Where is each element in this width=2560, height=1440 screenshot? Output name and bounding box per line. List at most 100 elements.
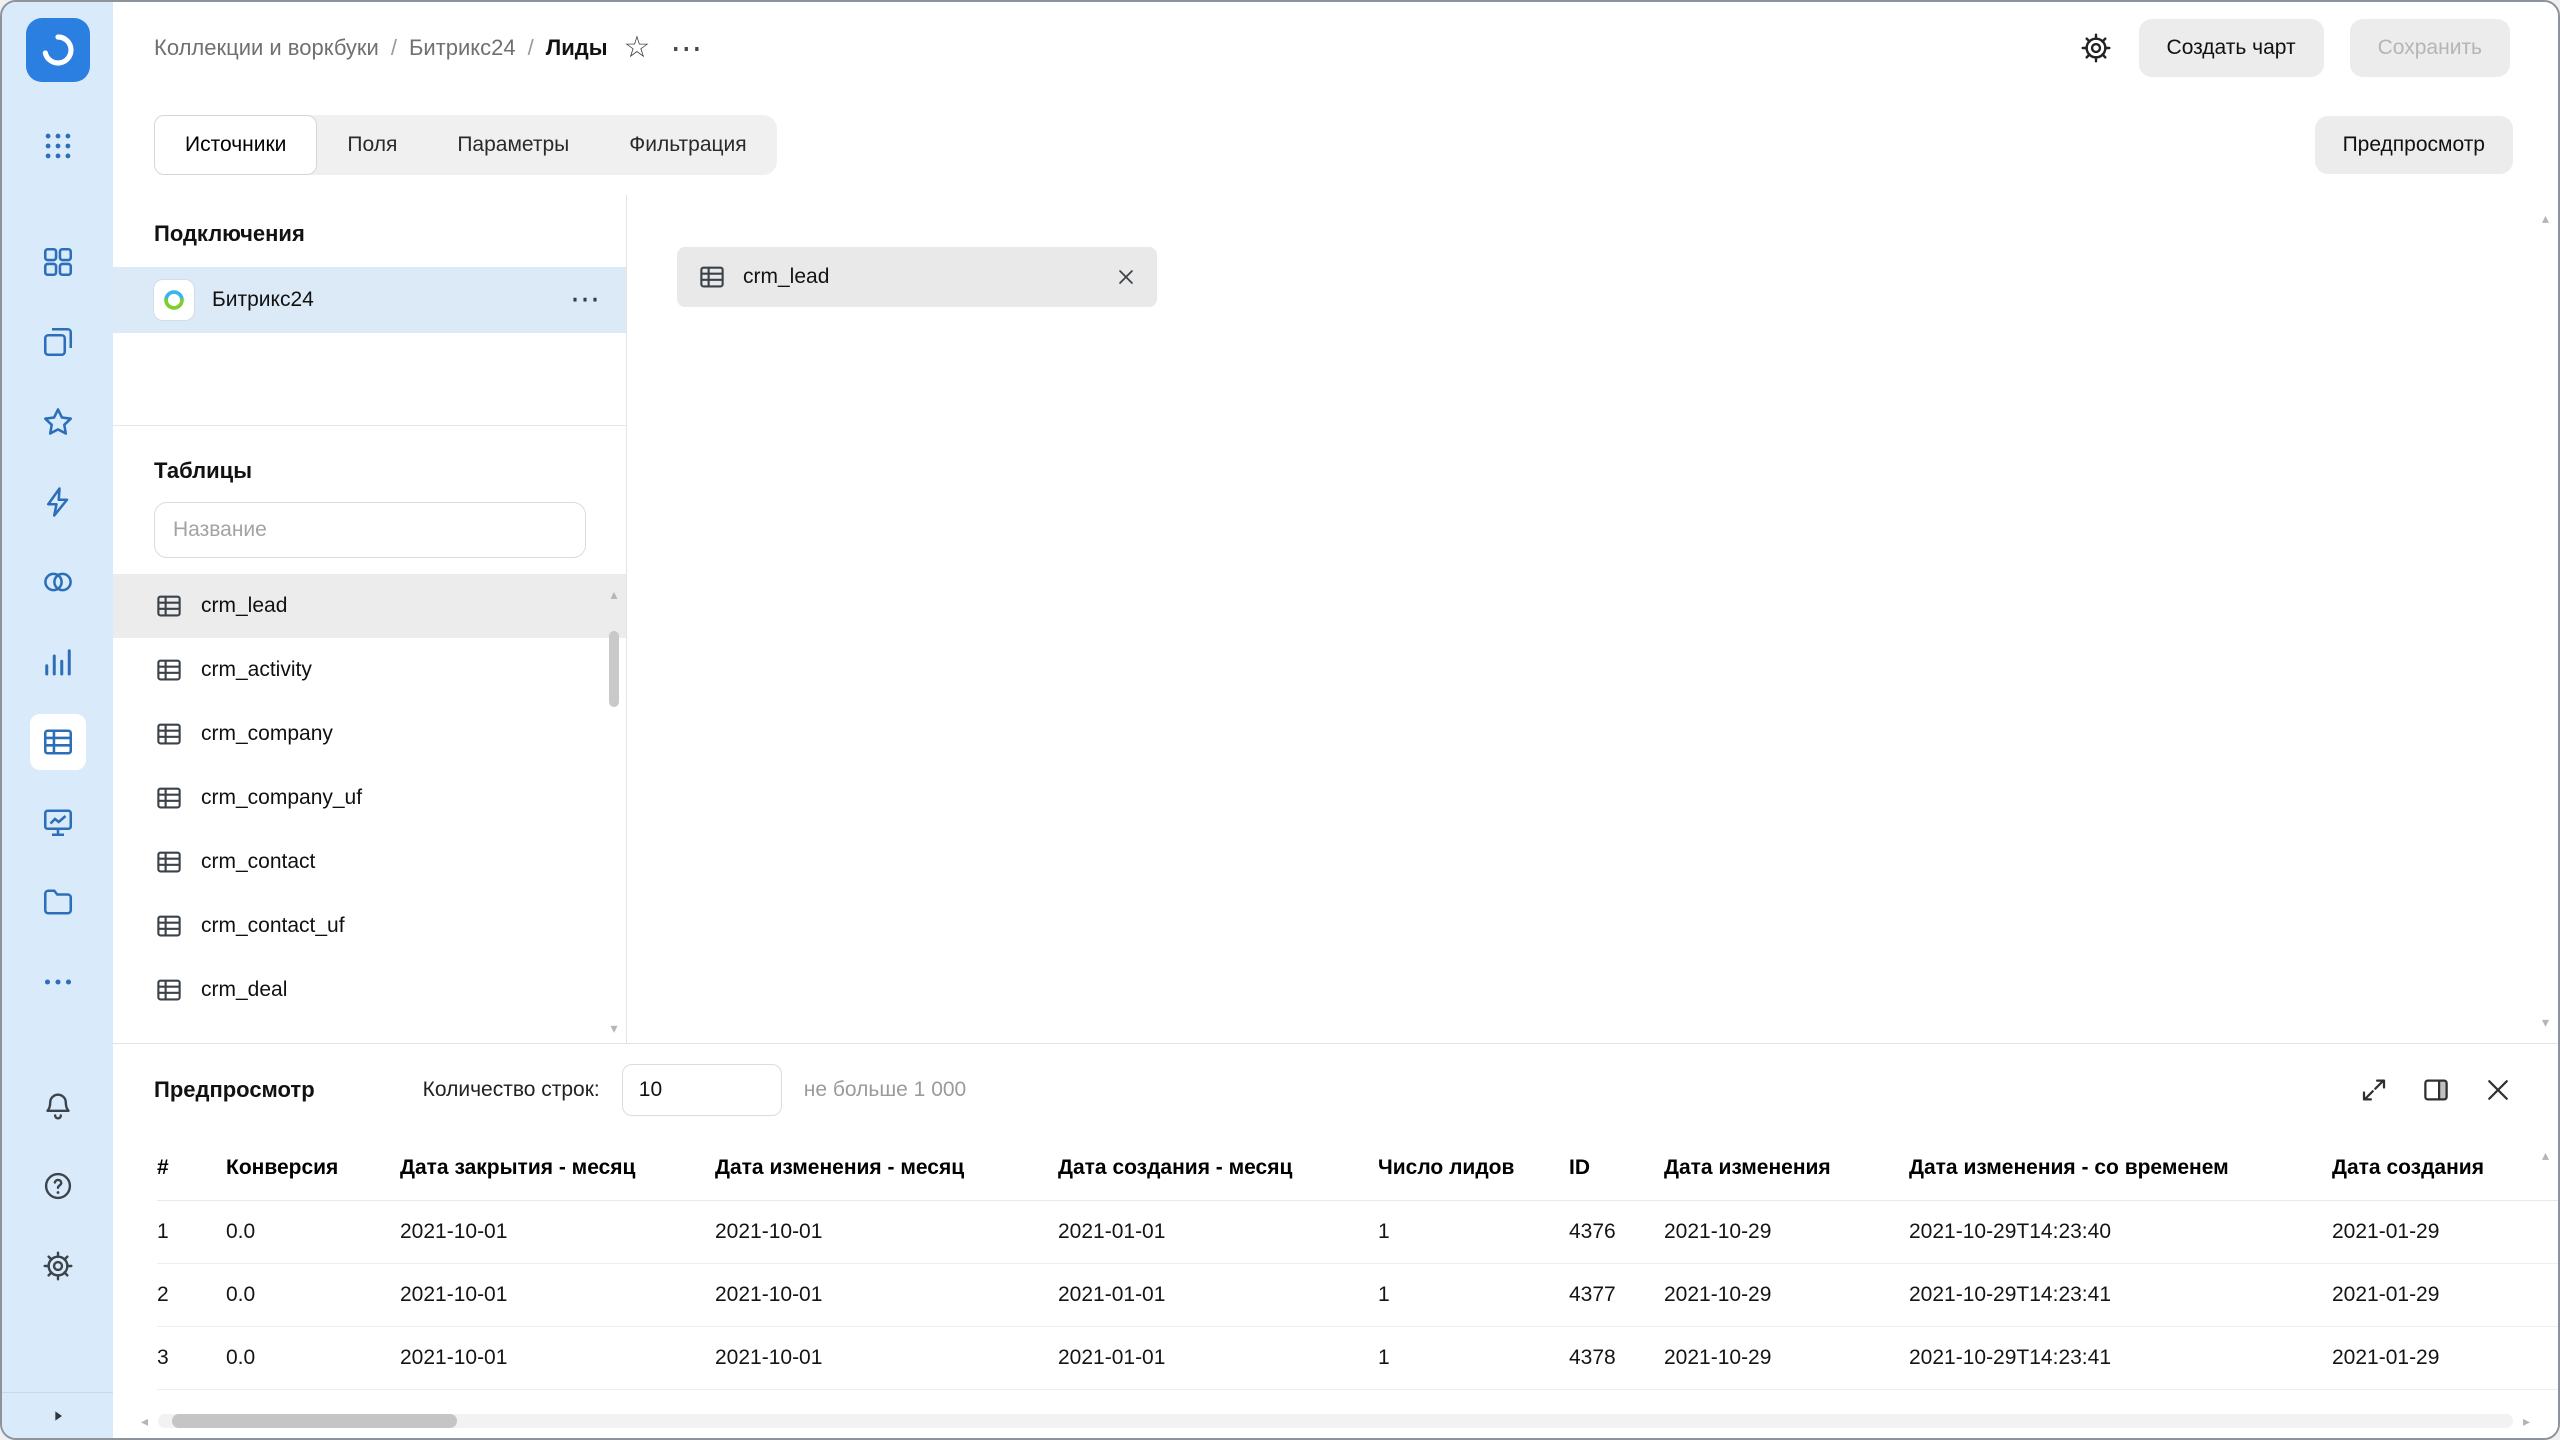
datalens-swirl-icon <box>38 30 78 70</box>
remove-table-icon[interactable] <box>1115 266 1137 288</box>
save-button[interactable]: Сохранить <box>2350 19 2510 77</box>
cell: 4377 <box>1569 1263 1664 1326</box>
breadcrumb-dataset-name: Лиды <box>546 35 608 61</box>
tables-title: Таблицы <box>154 458 626 484</box>
sidebar-collapse-button[interactable] <box>2 1392 113 1438</box>
panel-divider <box>113 425 626 426</box>
help-icon[interactable] <box>2 1146 113 1226</box>
preview-toggle-button[interactable]: Предпросмотр <box>2315 116 2513 174</box>
cell: 2021-01-01 <box>1058 1263 1378 1326</box>
table-name: crm_company_uf <box>201 786 362 810</box>
table-list-item[interactable]: crm_activity <box>113 638 626 702</box>
table-icon <box>154 783 184 813</box>
cell: 0.0 <box>226 1326 400 1389</box>
scrollbar-track[interactable] <box>158 1414 2513 1428</box>
cell: 2021-10-29T14:23:40 <box>1909 1200 2332 1263</box>
row-count-input[interactable] <box>622 1064 782 1116</box>
create-chart-button[interactable]: Создать чарт <box>2139 19 2324 77</box>
table-list-item[interactable]: crm_company_uf <box>113 766 626 830</box>
table-icon <box>154 847 184 877</box>
cell: 2021-10-01 <box>400 1200 715 1263</box>
cell: 3 <box>157 1326 226 1389</box>
cell: 2021-01-29 <box>2332 1200 2560 1263</box>
connections-icon[interactable] <box>2 462 113 542</box>
cell: 1 <box>1378 1326 1569 1389</box>
dataset-settings-icon[interactable] <box>2079 31 2113 65</box>
datalens-logo[interactable] <box>26 18 90 82</box>
table-search-input[interactable] <box>154 502 586 558</box>
scroll-down-icon[interactable]: ▾ <box>610 1021 617 1035</box>
cell: 2021-10-29 <box>1664 1326 1909 1389</box>
cell: 2021-10-01 <box>715 1200 1058 1263</box>
favorite-star-icon[interactable]: ☆ <box>624 33 651 63</box>
breadcrumb: Коллекции и воркбуки / Битрикс24 / Лиды <box>154 35 608 61</box>
editor-icon[interactable] <box>2 782 113 862</box>
breadcrumb-more-icon[interactable]: ⋯ <box>670 32 702 64</box>
breadcrumb-workbook[interactable]: Битрикс24 <box>409 35 516 61</box>
tab-filtering[interactable]: Фильтрация <box>599 115 776 175</box>
preview-title: Предпросмотр <box>154 1077 315 1103</box>
favorites-icon[interactable] <box>2 382 113 462</box>
scroll-right-icon[interactable]: ▸ <box>2523 1414 2530 1428</box>
tab-group: Источники Поля Параметры Фильтрация <box>154 115 777 175</box>
connection-more-icon[interactable]: ⋯ <box>570 285 600 315</box>
tab-fields[interactable]: Поля <box>317 115 427 175</box>
column-header: Дата изменения - месяц <box>715 1136 1058 1200</box>
fullscreen-icon[interactable] <box>2359 1075 2389 1105</box>
sidebar-bottom <box>2 1066 113 1306</box>
table-name: crm_contact_uf <box>201 914 345 938</box>
column-header: Конверсия <box>226 1136 400 1200</box>
notifications-icon[interactable] <box>2 1066 113 1146</box>
services-icon[interactable] <box>2 542 113 622</box>
table-list-item[interactable]: crm_contact_uf <box>113 894 626 958</box>
workarea: Подключения Битрикс24 ⋯ Таблицы crm_lead <box>113 195 2558 1047</box>
canvas-scroll-up-icon[interactable]: ▴ <box>2542 211 2549 225</box>
connection-name: Битрикс24 <box>212 288 314 312</box>
cell: 2021-01-29 <box>2332 1263 2560 1326</box>
cell: 2021-01-01 <box>1058 1200 1378 1263</box>
table-icon <box>154 719 184 749</box>
cell: 2021-10-01 <box>715 1326 1058 1389</box>
cell: 2 <box>157 1263 226 1326</box>
storage-icon[interactable] <box>2 862 113 942</box>
scroll-left-icon[interactable]: ◂ <box>141 1414 148 1428</box>
column-header: Дата изменения - со временем <box>1909 1136 2332 1200</box>
tab-parameters[interactable]: Параметры <box>427 115 599 175</box>
table-list-item[interactable]: crm_contact <box>113 830 626 894</box>
bitrix24-logo-icon <box>154 280 194 320</box>
close-preview-icon[interactable] <box>2483 1075 2513 1105</box>
scrollbar-thumb[interactable] <box>172 1414 457 1428</box>
table-list-scrollbar[interactable]: ▴ ▾ <box>607 587 621 1035</box>
dashboards-icon[interactable] <box>2 222 113 302</box>
row-count-hint: не больше 1 000 <box>804 1078 966 1102</box>
connection-item-bitrix24[interactable]: Битрикс24 ⋯ <box>113 267 626 333</box>
table-list-item[interactable]: crm_company <box>113 702 626 766</box>
table-name: crm_company <box>201 722 333 746</box>
sidebar <box>2 2 113 1438</box>
breadcrumb-collections[interactable]: Коллекции и воркбуки <box>154 35 379 61</box>
datasets-icon[interactable] <box>2 702 113 782</box>
scroll-up-icon[interactable]: ▴ <box>610 587 617 601</box>
selected-table-chip[interactable]: crm_lead <box>677 247 1157 307</box>
settings-icon[interactable] <box>2 1226 113 1306</box>
play-icon <box>50 1408 66 1424</box>
preview-scroll-up-icon[interactable]: ▴ <box>2542 1148 2549 1162</box>
cell: 2021-10-29T14:23:41 <box>1909 1263 2332 1326</box>
table-list-item[interactable]: crm_lead <box>113 574 626 638</box>
table-list-item[interactable]: crm_deal <box>113 958 626 1022</box>
column-header: ID <box>1569 1136 1664 1200</box>
tab-sources[interactable]: Источники <box>154 115 317 175</box>
charts-icon[interactable] <box>2 622 113 702</box>
scrollbar-thumb[interactable] <box>609 631 619 707</box>
preview-header: Предпросмотр Количество строк: не больше… <box>113 1044 2558 1136</box>
apps-grid-icon[interactable] <box>2 106 113 186</box>
cell: 2021-10-29 <box>1664 1200 1909 1263</box>
horizontal-scrollbar[interactable]: ◂ ▸ <box>141 1411 2530 1431</box>
cell: 4376 <box>1569 1200 1664 1263</box>
topbar-actions: Создать чарт Сохранить <box>2079 19 2510 77</box>
canvas-scroll-down-icon[interactable]: ▾ <box>2542 1015 2549 1029</box>
collections-icon[interactable] <box>2 302 113 382</box>
more-services-icon[interactable] <box>2 942 113 1022</box>
table-row: 3 0.0 2021-10-01 2021-10-01 2021-01-01 1… <box>157 1326 2560 1389</box>
dock-panel-icon[interactable] <box>2421 1075 2451 1105</box>
